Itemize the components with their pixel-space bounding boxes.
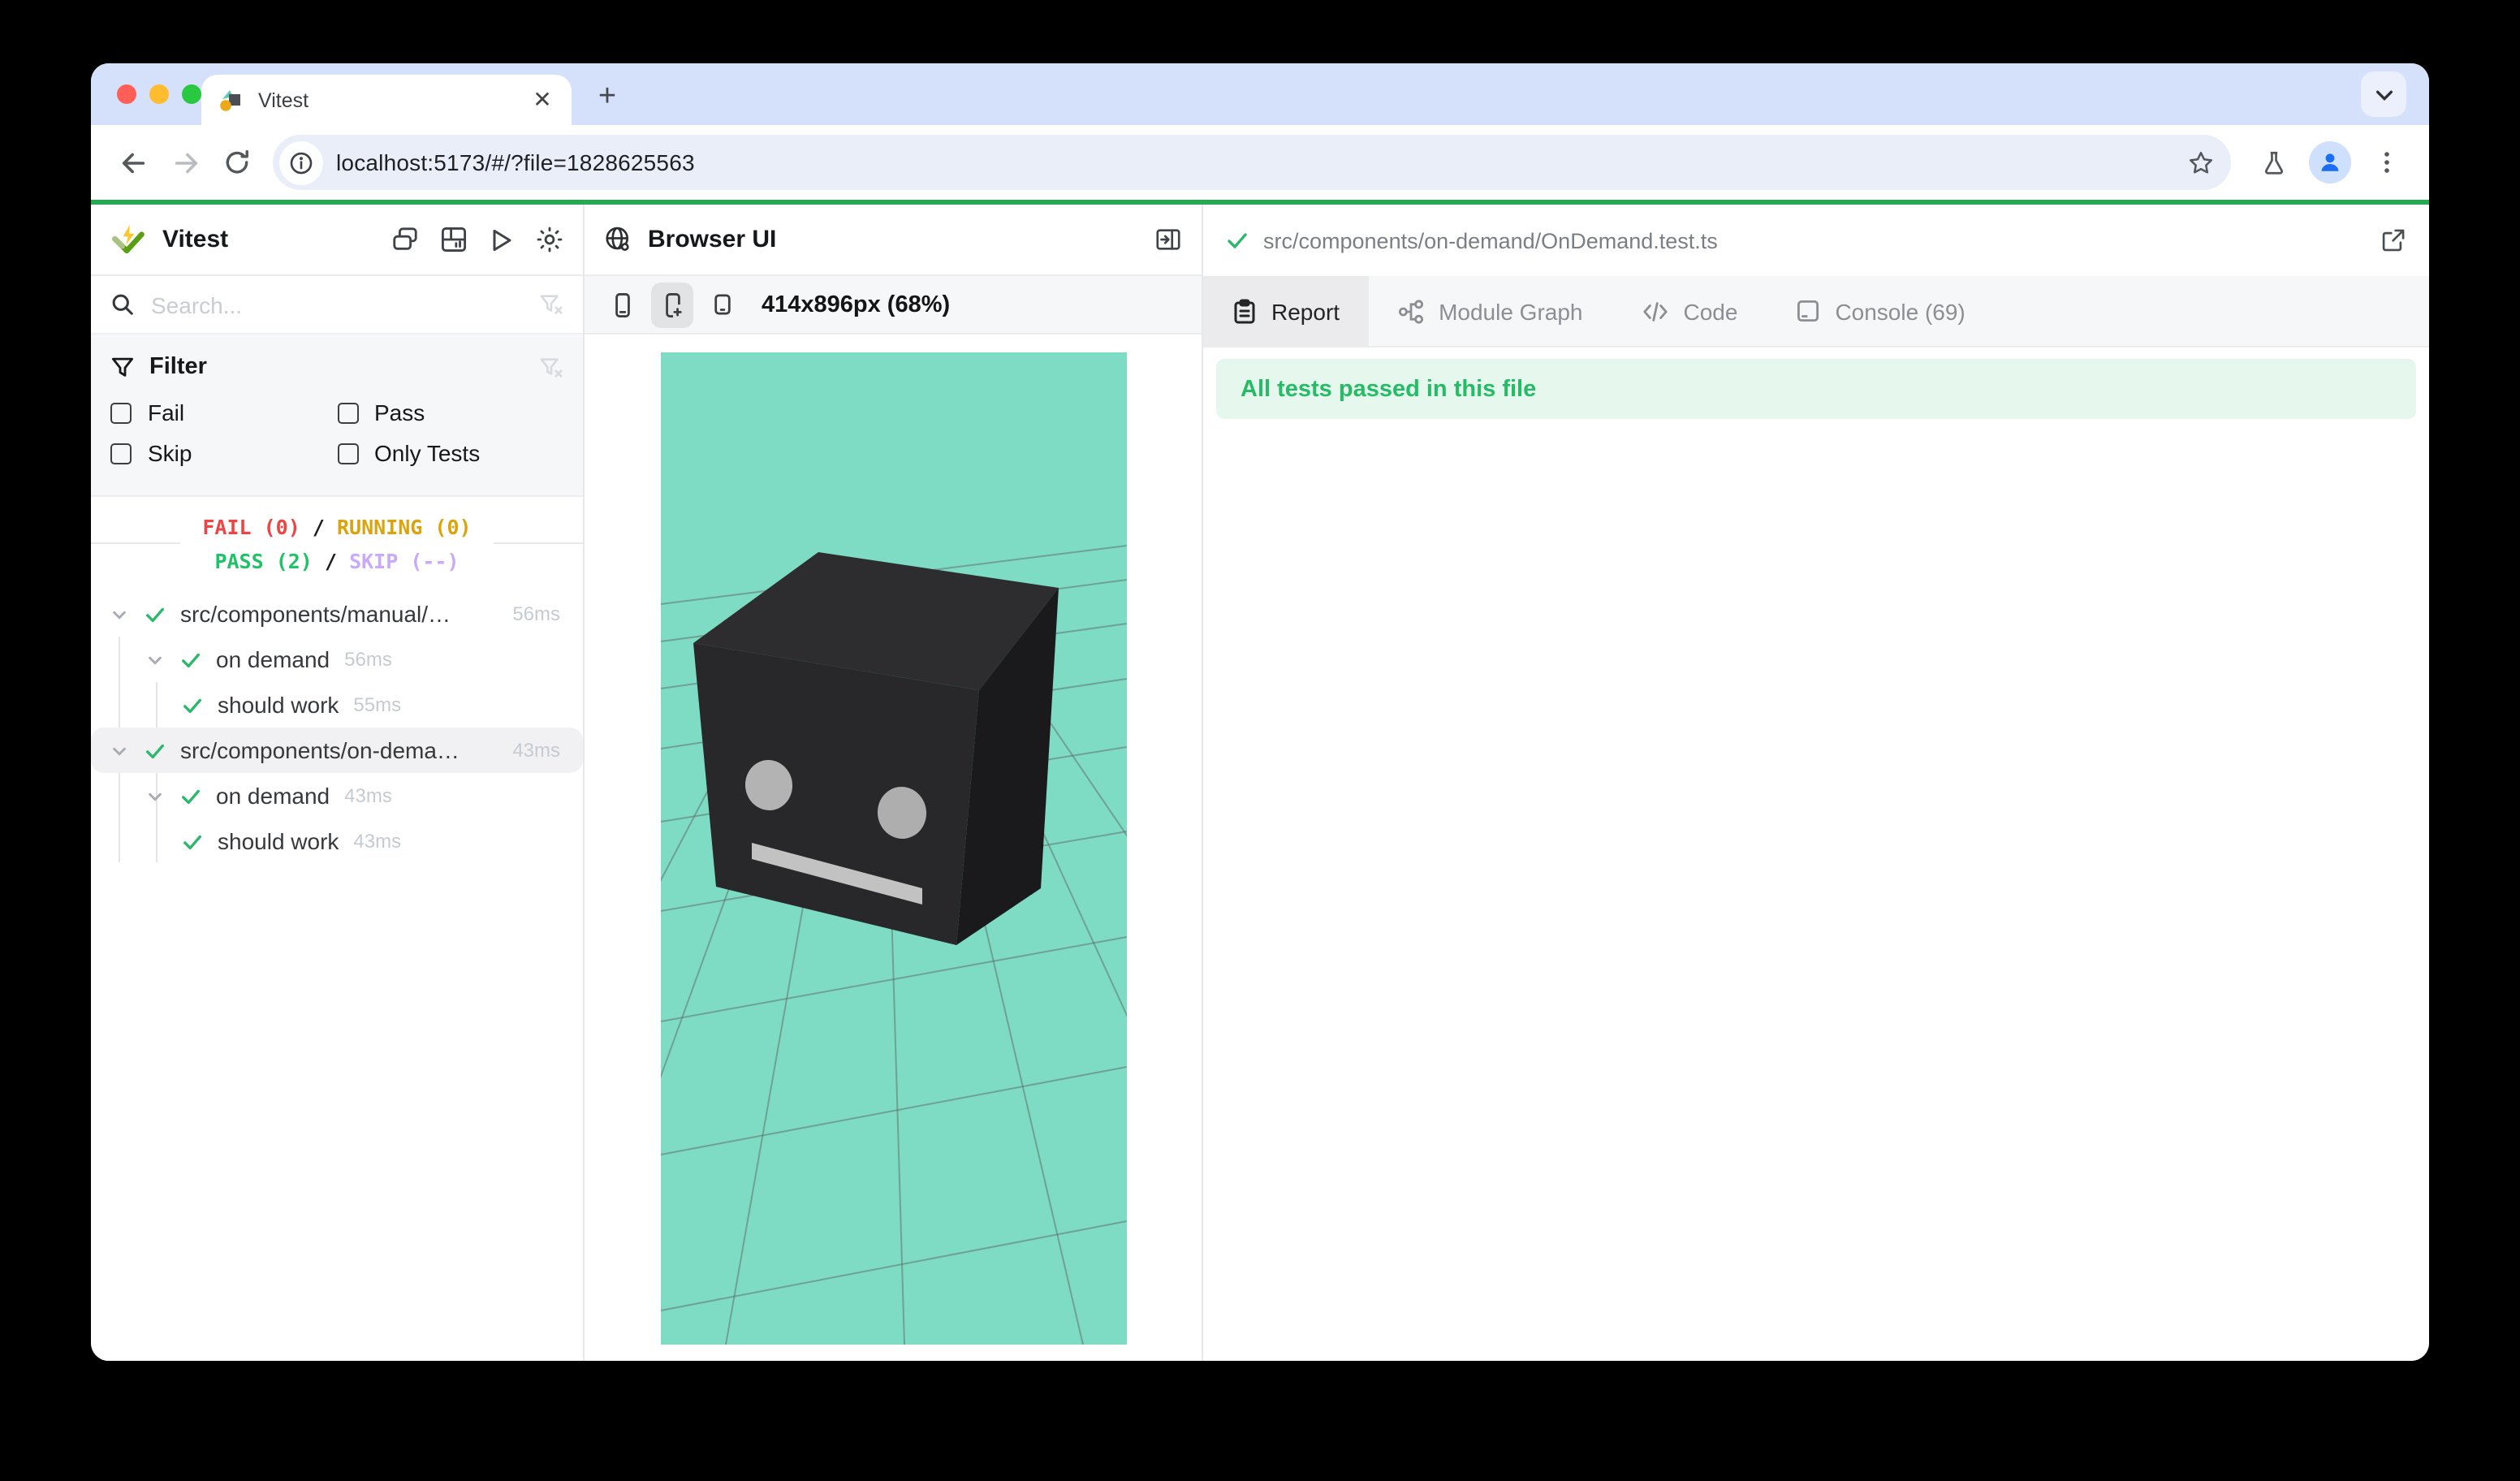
filter-panel: Filter Fail Pass bbox=[91, 335, 583, 497]
desktop: Vitest ✕ + localhost:5173/# bbox=[0, 0, 2520, 1481]
browser-ui-header: Browser UI bbox=[585, 205, 1202, 276]
device-phone-add-icon[interactable] bbox=[651, 282, 693, 327]
browser-tab[interactable]: Vitest ✕ bbox=[201, 75, 572, 125]
bookmark-star-icon[interactable] bbox=[2176, 138, 2224, 187]
filter-funnel-icon bbox=[110, 355, 135, 379]
browser-ui-title: Browser UI bbox=[648, 226, 776, 253]
tree-row-file[interactable]: src/components/manual/… 56ms bbox=[91, 591, 583, 637]
search-row bbox=[91, 276, 583, 335]
profile-avatar[interactable] bbox=[2309, 141, 2351, 184]
tree-row-test[interactable]: should work 43ms bbox=[91, 818, 583, 864]
chevron-down-icon[interactable] bbox=[110, 605, 130, 623]
banner-text: All tests passed in this file bbox=[1241, 376, 1536, 402]
all-tests-passed-banner: All tests passed in this file bbox=[1216, 359, 2416, 419]
experiments-flask-icon[interactable] bbox=[2247, 136, 2299, 188]
clear-search-filter-icon[interactable] bbox=[539, 292, 563, 317]
search-input[interactable] bbox=[151, 291, 539, 317]
open-external-icon[interactable] bbox=[2380, 227, 2406, 253]
browser-window: Vitest ✕ + localhost:5173/# bbox=[91, 63, 2429, 1361]
collapse-panels-icon[interactable] bbox=[391, 226, 419, 253]
filter-checkbox-only-tests[interactable]: Only Tests bbox=[337, 440, 563, 466]
device-toolbar: 414x896px (68%) bbox=[585, 276, 1202, 335]
traffic-lights[interactable] bbox=[117, 84, 201, 104]
tab-search-chevron-icon[interactable] bbox=[2361, 71, 2406, 117]
viewport-dimensions: 414x896px (68%) bbox=[762, 291, 950, 317]
filter-checkbox-skip[interactable]: Skip bbox=[110, 440, 337, 466]
tab-module-graph[interactable]: Module Graph bbox=[1369, 276, 1612, 346]
chevron-down-icon[interactable] bbox=[110, 741, 130, 759]
test-summary: FAIL (0) / RUNNING (0) PASS (2) / SKIP (… bbox=[91, 497, 583, 589]
tree-row-test[interactable]: should work 55ms bbox=[91, 682, 583, 728]
checkbox-icon[interactable] bbox=[337, 443, 358, 464]
tree-row-suite[interactable]: on demand 56ms bbox=[91, 637, 583, 682]
vitest-logo-icon bbox=[110, 222, 146, 257]
chevron-down-icon[interactable] bbox=[146, 650, 166, 668]
file-path-row: src/components/on-demand/OnDemand.test.t… bbox=[1203, 205, 2429, 276]
file-path: src/components/on-demand/OnDemand.test.t… bbox=[1263, 228, 2380, 253]
filter-checkbox-fail[interactable]: Fail bbox=[110, 399, 337, 425]
pass-check-icon bbox=[182, 831, 203, 852]
forward-button[interactable] bbox=[159, 136, 211, 188]
tab-close-icon[interactable]: ✕ bbox=[529, 86, 555, 114]
test-tree: src/components/manual/… 56ms on demand 5… bbox=[91, 589, 583, 1361]
clear-filters-icon[interactable] bbox=[539, 355, 563, 379]
theme-toggle-sun-icon[interactable] bbox=[536, 226, 563, 253]
summary-line-2: PASS (2) / SKIP (--) bbox=[202, 543, 471, 577]
checkbox-icon[interactable] bbox=[110, 443, 132, 464]
minimize-window-button[interactable] bbox=[149, 84, 169, 104]
search-icon bbox=[110, 292, 135, 317]
reload-button[interactable] bbox=[211, 136, 263, 188]
sidebar-title: Vitest bbox=[162, 226, 228, 253]
device-tablet-icon[interactable] bbox=[701, 282, 744, 327]
checkbox-icon[interactable] bbox=[110, 402, 132, 423]
site-info-icon[interactable] bbox=[279, 140, 323, 184]
tab-title: Vitest bbox=[258, 89, 529, 111]
checkbox-icon[interactable] bbox=[337, 402, 358, 423]
device-phone-icon[interactable] bbox=[601, 282, 643, 327]
filter-checkbox-pass[interactable]: Pass bbox=[337, 399, 563, 425]
pass-check-icon bbox=[180, 649, 201, 670]
new-tab-button[interactable]: + bbox=[585, 75, 630, 120]
filter-title: Filter bbox=[149, 354, 539, 380]
tab-strip: Vitest ✕ + bbox=[91, 63, 2429, 125]
url-bar[interactable]: localhost:5173/#/?file=1828625563 bbox=[273, 135, 2231, 190]
back-button[interactable] bbox=[107, 136, 159, 188]
url-text[interactable]: localhost:5173/#/?file=1828625563 bbox=[336, 149, 2176, 175]
menu-kebab-icon[interactable] bbox=[2361, 136, 2413, 188]
browser-ui-panel: Browser UI 414x896px bbox=[585, 205, 1203, 1361]
vitest-favicon-icon bbox=[218, 87, 244, 113]
close-window-button[interactable] bbox=[117, 84, 136, 104]
report-tabs: Report Module Graph Code Console (69) bbox=[1203, 276, 2429, 348]
chevron-down-icon[interactable] bbox=[146, 787, 166, 805]
tree-row-suite[interactable]: on demand 43ms bbox=[91, 773, 583, 818]
maximize-window-button[interactable] bbox=[182, 84, 201, 104]
test-browser-viewport[interactable] bbox=[660, 352, 1126, 1345]
tree-row-file-selected[interactable]: src/components/on-dema… 43ms bbox=[91, 728, 583, 773]
sidebar-header: Vitest bbox=[91, 205, 583, 276]
pass-check-icon bbox=[145, 740, 166, 761]
dashboard-icon[interactable] bbox=[440, 226, 468, 253]
tab-console[interactable]: Console (69) bbox=[1767, 276, 1994, 346]
tab-code[interactable]: Code bbox=[1612, 276, 1767, 346]
report-panel: src/components/on-demand/OnDemand.test.t… bbox=[1203, 205, 2429, 1361]
run-all-icon[interactable] bbox=[489, 227, 515, 253]
globe-icon bbox=[604, 226, 632, 253]
browser-toolbar: localhost:5173/#/?file=1828625563 bbox=[91, 125, 2429, 200]
sidebar: Vitest bbox=[91, 205, 585, 1361]
pass-check-icon bbox=[182, 694, 203, 715]
pass-check-icon bbox=[180, 785, 201, 806]
summary-line-1: FAIL (0) / RUNNING (0) bbox=[202, 509, 471, 543]
pass-check-icon bbox=[145, 603, 166, 624]
pass-check-icon bbox=[1226, 229, 1249, 252]
dock-panel-right-icon[interactable] bbox=[1154, 226, 1182, 253]
tab-report[interactable]: Report bbox=[1203, 276, 1369, 346]
